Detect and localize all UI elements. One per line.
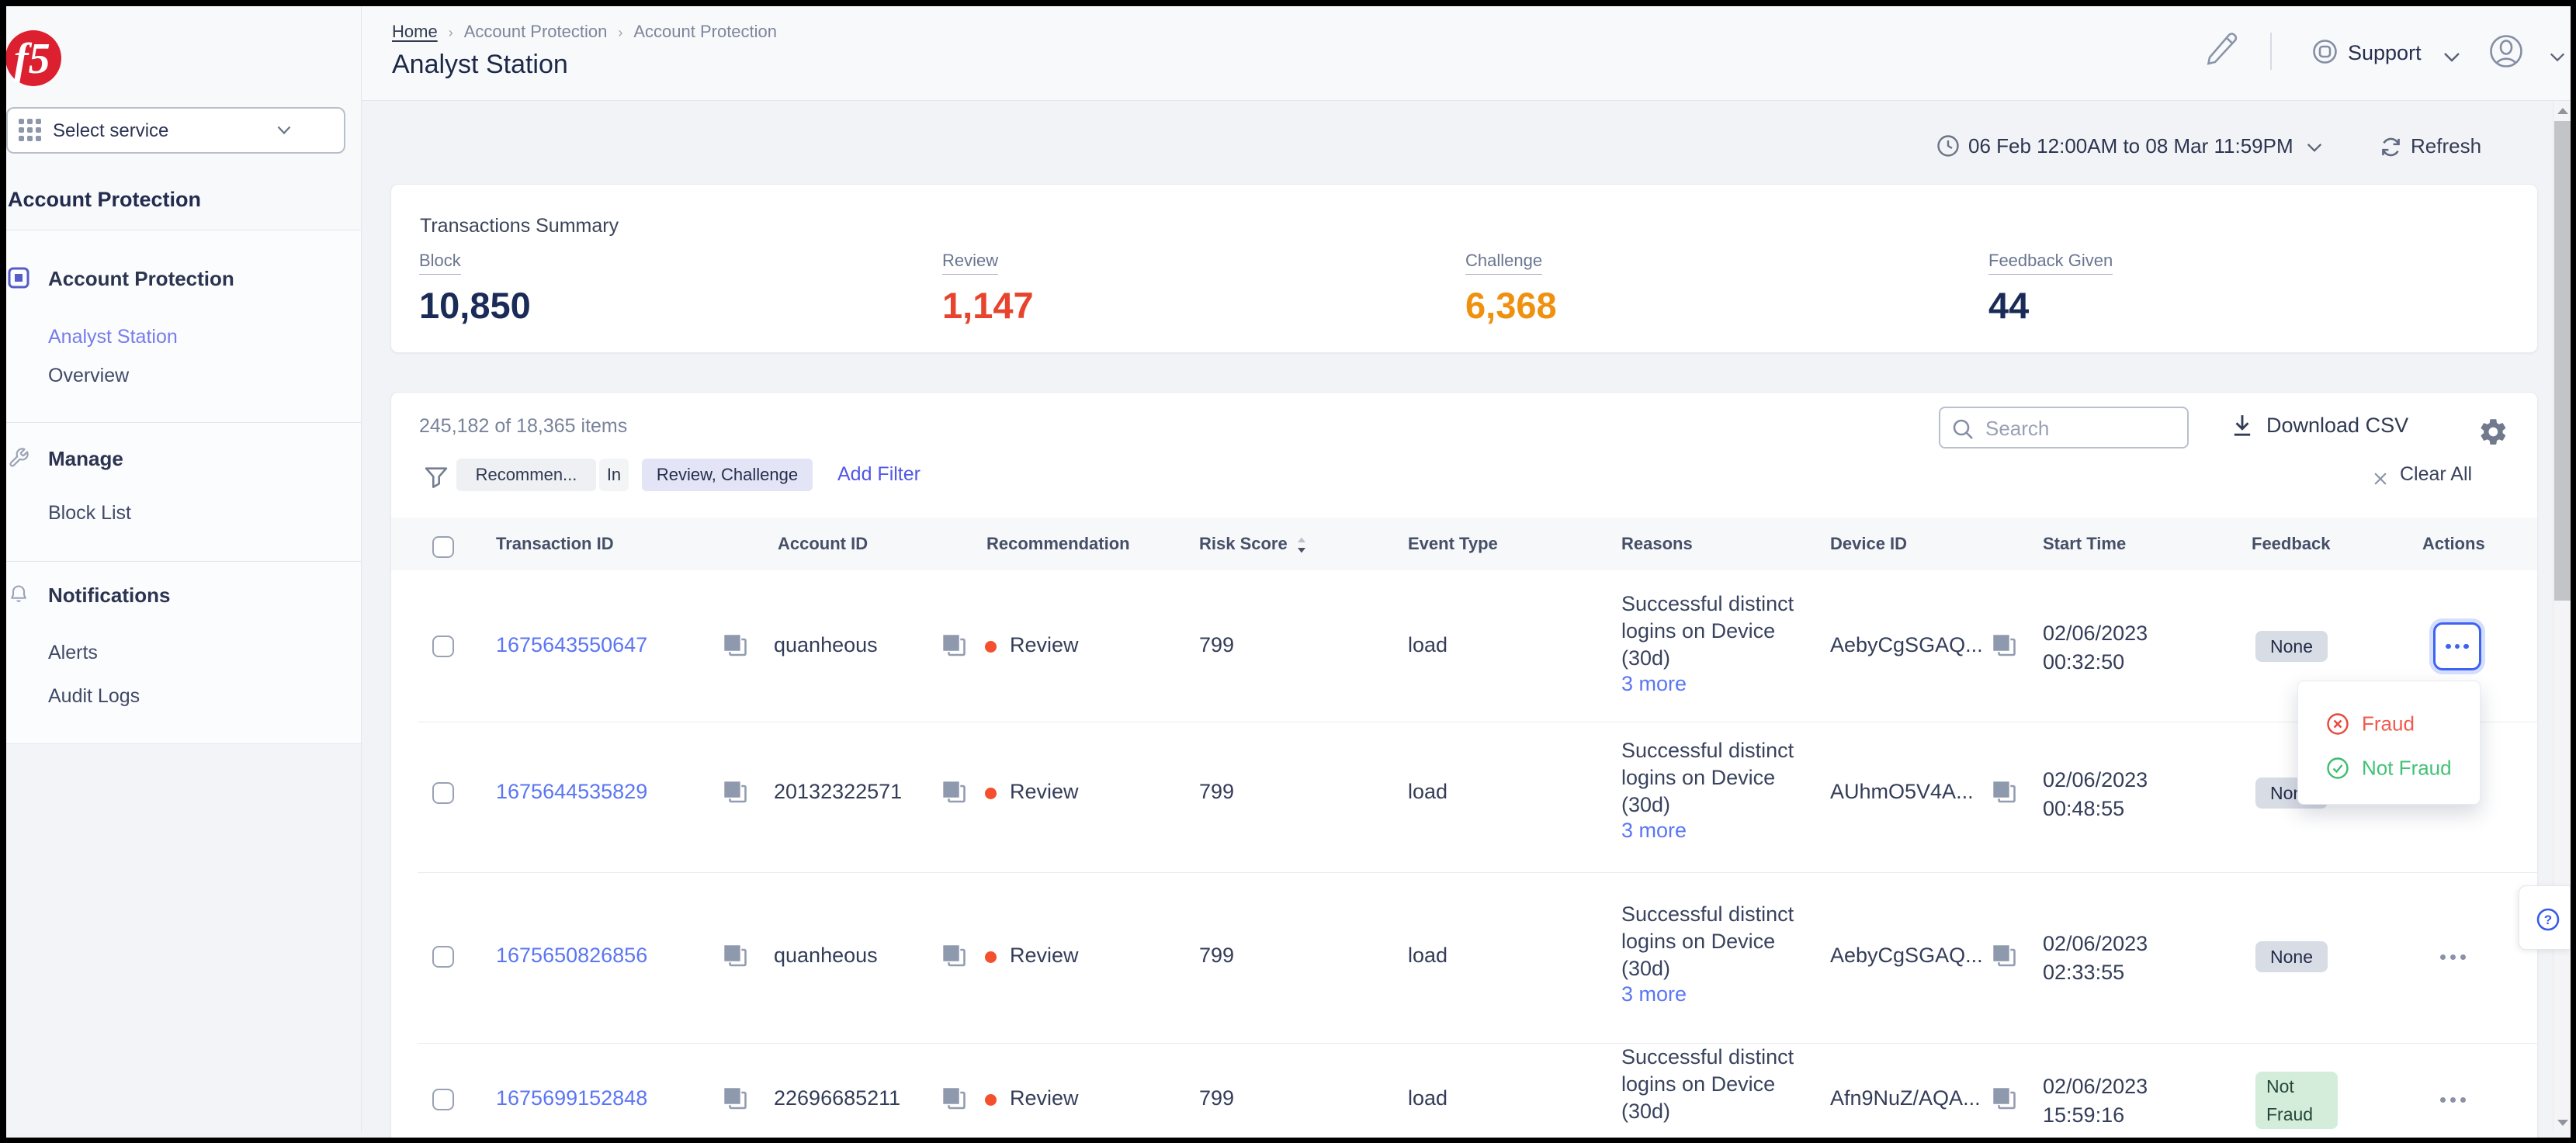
svg-text:?: ?	[2544, 913, 2552, 927]
svg-text:f5: f5	[14, 35, 50, 83]
